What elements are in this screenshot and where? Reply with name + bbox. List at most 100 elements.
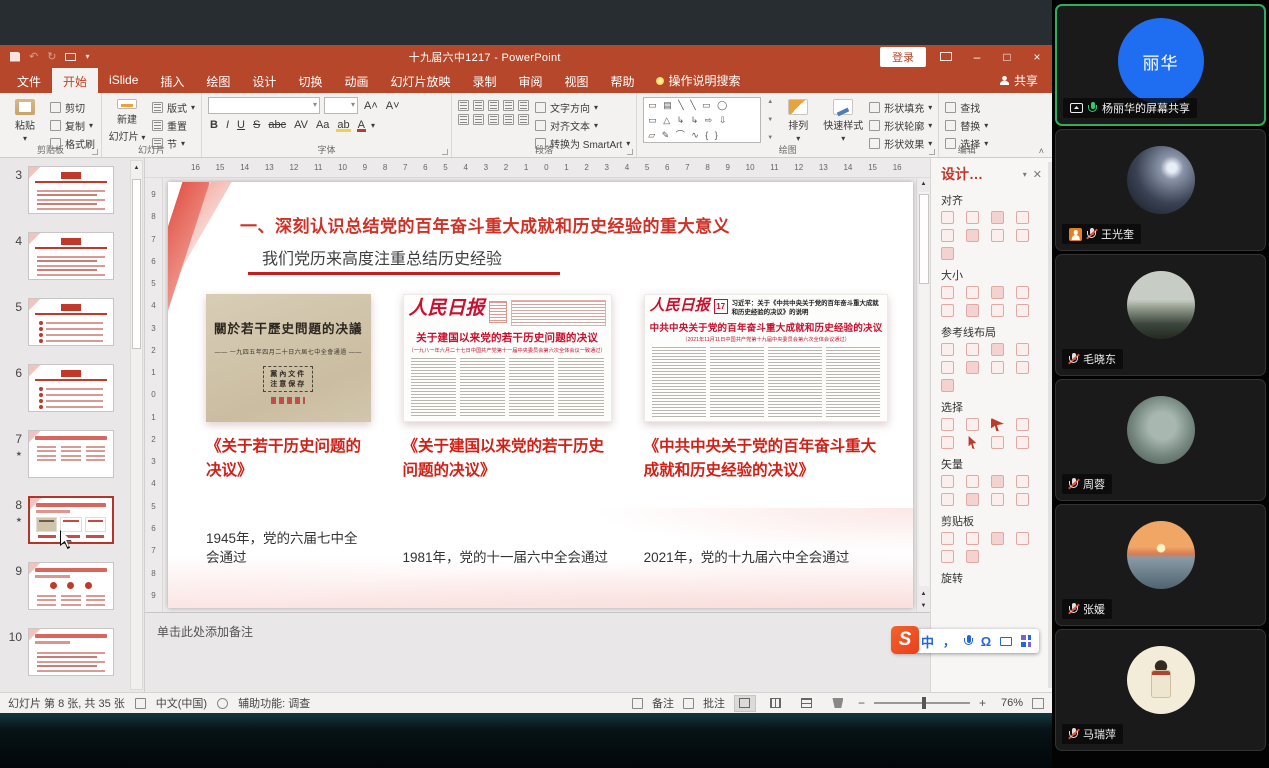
design-tool-icon[interactable] xyxy=(1016,211,1029,224)
design-tool-icon[interactable] xyxy=(966,550,979,563)
tab-7[interactable]: 动画 xyxy=(333,68,379,93)
undo-icon[interactable]: ↶ xyxy=(29,50,38,63)
align-center-icon[interactable] xyxy=(473,114,484,125)
scroll-up-icon[interactable]: ▲ xyxy=(134,161,140,175)
zoom-slider[interactable] xyxy=(874,702,970,704)
slide-sorter-view-button[interactable] xyxy=(765,695,787,712)
reading-view-button[interactable] xyxy=(796,695,818,712)
next-slide-button[interactable]: ▼ xyxy=(921,600,927,612)
slide-9-thumbnail[interactable] xyxy=(28,562,114,610)
slide-3-thumbnail[interactable] xyxy=(28,166,114,214)
zoom-out-button[interactable]: − xyxy=(858,696,865,710)
slide-6-thumbnail[interactable] xyxy=(28,364,114,412)
design-tool-icon[interactable] xyxy=(941,229,954,242)
save-icon[interactable] xyxy=(10,52,20,62)
normal-view-button[interactable] xyxy=(734,695,756,712)
align-text-button[interactable]: 对齐文本▾ xyxy=(535,118,630,133)
replace-button[interactable]: 替换▾ xyxy=(945,118,988,133)
design-tool-icon[interactable] xyxy=(966,286,979,299)
shapes-gallery-scroll[interactable]: ▲▼▼ xyxy=(767,97,773,143)
design-tool-icon[interactable] xyxy=(966,304,979,317)
increase-indent-icon[interactable] xyxy=(503,100,514,111)
ime-microphone-icon[interactable] xyxy=(964,635,972,648)
font-name-select[interactable] xyxy=(208,97,320,114)
reset-button[interactable]: 重置 xyxy=(152,118,195,133)
quick-styles-button[interactable]: 快速样式▾ xyxy=(823,97,863,143)
grow-font-button[interactable]: A˄ xyxy=(362,100,380,112)
design-tool-icon[interactable] xyxy=(1016,418,1029,431)
design-tool-icon[interactable] xyxy=(1016,475,1029,488)
participant-tile-4[interactable]: 张媛 xyxy=(1055,504,1266,626)
strikethrough-button[interactable]: S xyxy=(251,119,262,131)
design-tool-icon[interactable] xyxy=(1016,532,1029,545)
text-direction-button[interactable]: 文字方向▾ xyxy=(535,100,630,115)
fit-slide-to-window-icon[interactable] xyxy=(1032,698,1044,709)
close-pane-icon[interactable]: ✕ xyxy=(1033,168,1042,181)
design-tool-icon[interactable] xyxy=(991,436,1004,449)
slide-title[interactable]: 一、深刻认识总结党的百年奋斗重大成就和历史经验的重大意义 xyxy=(240,212,730,237)
design-tool-icon[interactable] xyxy=(966,493,979,506)
zoom-level[interactable]: 76% xyxy=(995,697,1023,709)
tab-5[interactable]: 设计 xyxy=(241,68,287,93)
ime-punctuation-toggle[interactable]: ， xyxy=(943,633,955,650)
design-tool-icon[interactable] xyxy=(941,304,954,317)
tab-9[interactable]: 录制 xyxy=(461,68,507,93)
slide-10-thumbnail[interactable] xyxy=(28,628,114,676)
login-button[interactable]: 登录 xyxy=(880,47,926,67)
participant-tile-0[interactable]: 丽华杨丽华的屏幕共享 xyxy=(1055,4,1266,126)
share-button[interactable]: 共享 xyxy=(986,68,1052,93)
design-tool-icon[interactable] xyxy=(941,379,954,392)
close-button[interactable]: × xyxy=(1022,48,1052,66)
design-tool-icon[interactable] xyxy=(966,436,979,449)
font-size-select[interactable] xyxy=(324,97,358,114)
tab-2[interactable]: iSlide xyxy=(98,68,149,93)
chevron-down-icon[interactable]: ▾ xyxy=(1023,170,1027,179)
shadow-button[interactable]: abc xyxy=(266,119,288,131)
zoom-in-button[interactable]: + xyxy=(979,696,986,710)
font-dialog-launcher[interactable] xyxy=(442,149,448,155)
change-case-button[interactable]: Aa xyxy=(314,119,331,131)
design-tool-icon[interactable] xyxy=(941,361,954,374)
language-status[interactable]: 中文(中国) xyxy=(156,695,207,711)
maximize-button[interactable]: □ xyxy=(992,48,1022,66)
accessibility-status[interactable]: 辅助功能: 调查 xyxy=(238,695,310,711)
scrollbar-thumb[interactable] xyxy=(919,194,929,284)
tab-0[interactable]: 文件 xyxy=(6,68,52,93)
clipboard-dialog-launcher[interactable] xyxy=(92,149,98,155)
design-tool-icon[interactable] xyxy=(966,343,979,356)
tab-6[interactable]: 切换 xyxy=(287,68,333,93)
slideshow-view-button[interactable] xyxy=(827,695,849,712)
tab-10[interactable]: 审阅 xyxy=(508,68,554,93)
paste-button[interactable]: 粘贴▾ xyxy=(6,97,44,143)
tab-12[interactable]: 帮助 xyxy=(600,68,646,93)
design-tool-icon[interactable] xyxy=(991,361,1004,374)
cut-button[interactable]: 剪切 xyxy=(50,100,95,115)
drawing-dialog-launcher[interactable] xyxy=(929,149,935,155)
ime-symbols-button[interactable]: Ω xyxy=(981,634,991,649)
slide-number-status[interactable]: 幻灯片 第 8 张, 共 35 张 xyxy=(8,695,125,711)
tab-3[interactable]: 插入 xyxy=(149,68,195,93)
design-tool-icon[interactable] xyxy=(1016,304,1029,317)
align-right-icon[interactable] xyxy=(488,114,499,125)
design-tool-icon[interactable] xyxy=(1016,436,1029,449)
numbering-icon[interactable] xyxy=(473,100,484,111)
participant-tile-1[interactable]: 王光奎 xyxy=(1055,129,1266,251)
design-tool-icon[interactable] xyxy=(941,418,954,431)
line-spacing-icon[interactable] xyxy=(518,100,529,111)
arrange-button[interactable]: 排列▾ xyxy=(779,97,817,143)
design-tool-icon[interactable] xyxy=(991,418,1004,431)
design-tool-icon[interactable] xyxy=(966,475,979,488)
comments-toggle[interactable]: 批注 xyxy=(703,695,725,711)
character-spacing-button[interactable]: AV xyxy=(292,119,310,131)
design-tool-icon[interactable] xyxy=(991,343,1004,356)
new-slide-button[interactable]: 新建 幻灯片 ▾ xyxy=(108,97,146,143)
notes-pane[interactable]: 单击此处添加备注 xyxy=(145,612,930,692)
slide-scrollbar[interactable]: ▲ ▲ ▼ xyxy=(916,178,930,612)
justify-icon[interactable] xyxy=(503,114,514,125)
participant-tile-3[interactable]: 周蓉 xyxy=(1055,379,1266,501)
bullets-icon[interactable] xyxy=(458,100,469,111)
collapse-ribbon-icon[interactable]: ˄ xyxy=(1039,146,1044,156)
design-tool-icon[interactable] xyxy=(941,493,954,506)
shapes-gallery[interactable]: ▭ ▤ ╲ ╲ ▭ ◯▭ △ ↳ ↳ ⇨ ⇩▱ ✎ ⌒ ∿ { } xyxy=(643,97,761,143)
align-left-icon[interactable] xyxy=(458,114,469,125)
